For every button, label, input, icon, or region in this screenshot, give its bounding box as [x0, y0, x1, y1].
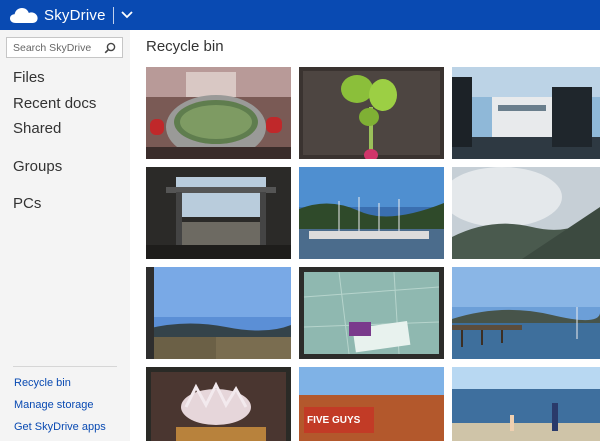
app-menu-button[interactable]: SkyDrive [0, 0, 134, 30]
main-content: Recycle bin FIVE GUYS [130, 30, 600, 441]
photo-tile-storefront[interactable]: FIVE GUYS [299, 367, 444, 441]
photo-tile-pot[interactable] [146, 67, 291, 159]
search-box [6, 37, 123, 58]
sidebar: Files Recent docs Shared Groups PCs Recy… [0, 30, 130, 441]
photo-tile-radish[interactable] [299, 67, 444, 159]
sidebar-item-shared[interactable]: Shared [13, 120, 61, 137]
photo-tile-ferry-dock[interactable] [146, 167, 291, 259]
search-icon[interactable] [101, 38, 119, 57]
cloud-icon [10, 8, 38, 23]
sidebar-item-groups[interactable]: Groups [13, 158, 62, 175]
search-input[interactable] [7, 38, 101, 57]
photo-tile-marina[interactable] [299, 167, 444, 259]
photo-tile-fog[interactable] [452, 167, 600, 259]
storefront-sign-text: FIVE GUYS [307, 415, 361, 426]
photo-tile-glass-floor[interactable] [299, 267, 444, 359]
sidebar-item-files[interactable]: Files [13, 69, 45, 86]
manage-storage-link[interactable]: Manage storage [14, 399, 94, 411]
sidebar-divider [13, 366, 117, 367]
photo-tile-bay[interactable] [146, 267, 291, 359]
photo-tile-beach[interactable] [452, 367, 600, 441]
sidebar-item-pcs[interactable]: PCs [13, 195, 41, 212]
brand-divider [112, 6, 114, 24]
photo-tile-ferry[interactable] [452, 67, 600, 159]
top-bar: SkyDrive [0, 0, 600, 30]
get-apps-link[interactable]: Get SkyDrive apps [14, 421, 106, 433]
sidebar-item-recent-docs[interactable]: Recent docs [13, 95, 96, 112]
photo-tile-pier[interactable] [452, 267, 600, 359]
photo-tile-party-hats[interactable] [146, 367, 291, 441]
chevron-down-icon[interactable] [120, 8, 134, 22]
recycle-bin-link[interactable]: Recycle bin [14, 377, 71, 389]
app-title: SkyDrive [44, 6, 106, 24]
page-title: Recycle bin [146, 38, 224, 55]
